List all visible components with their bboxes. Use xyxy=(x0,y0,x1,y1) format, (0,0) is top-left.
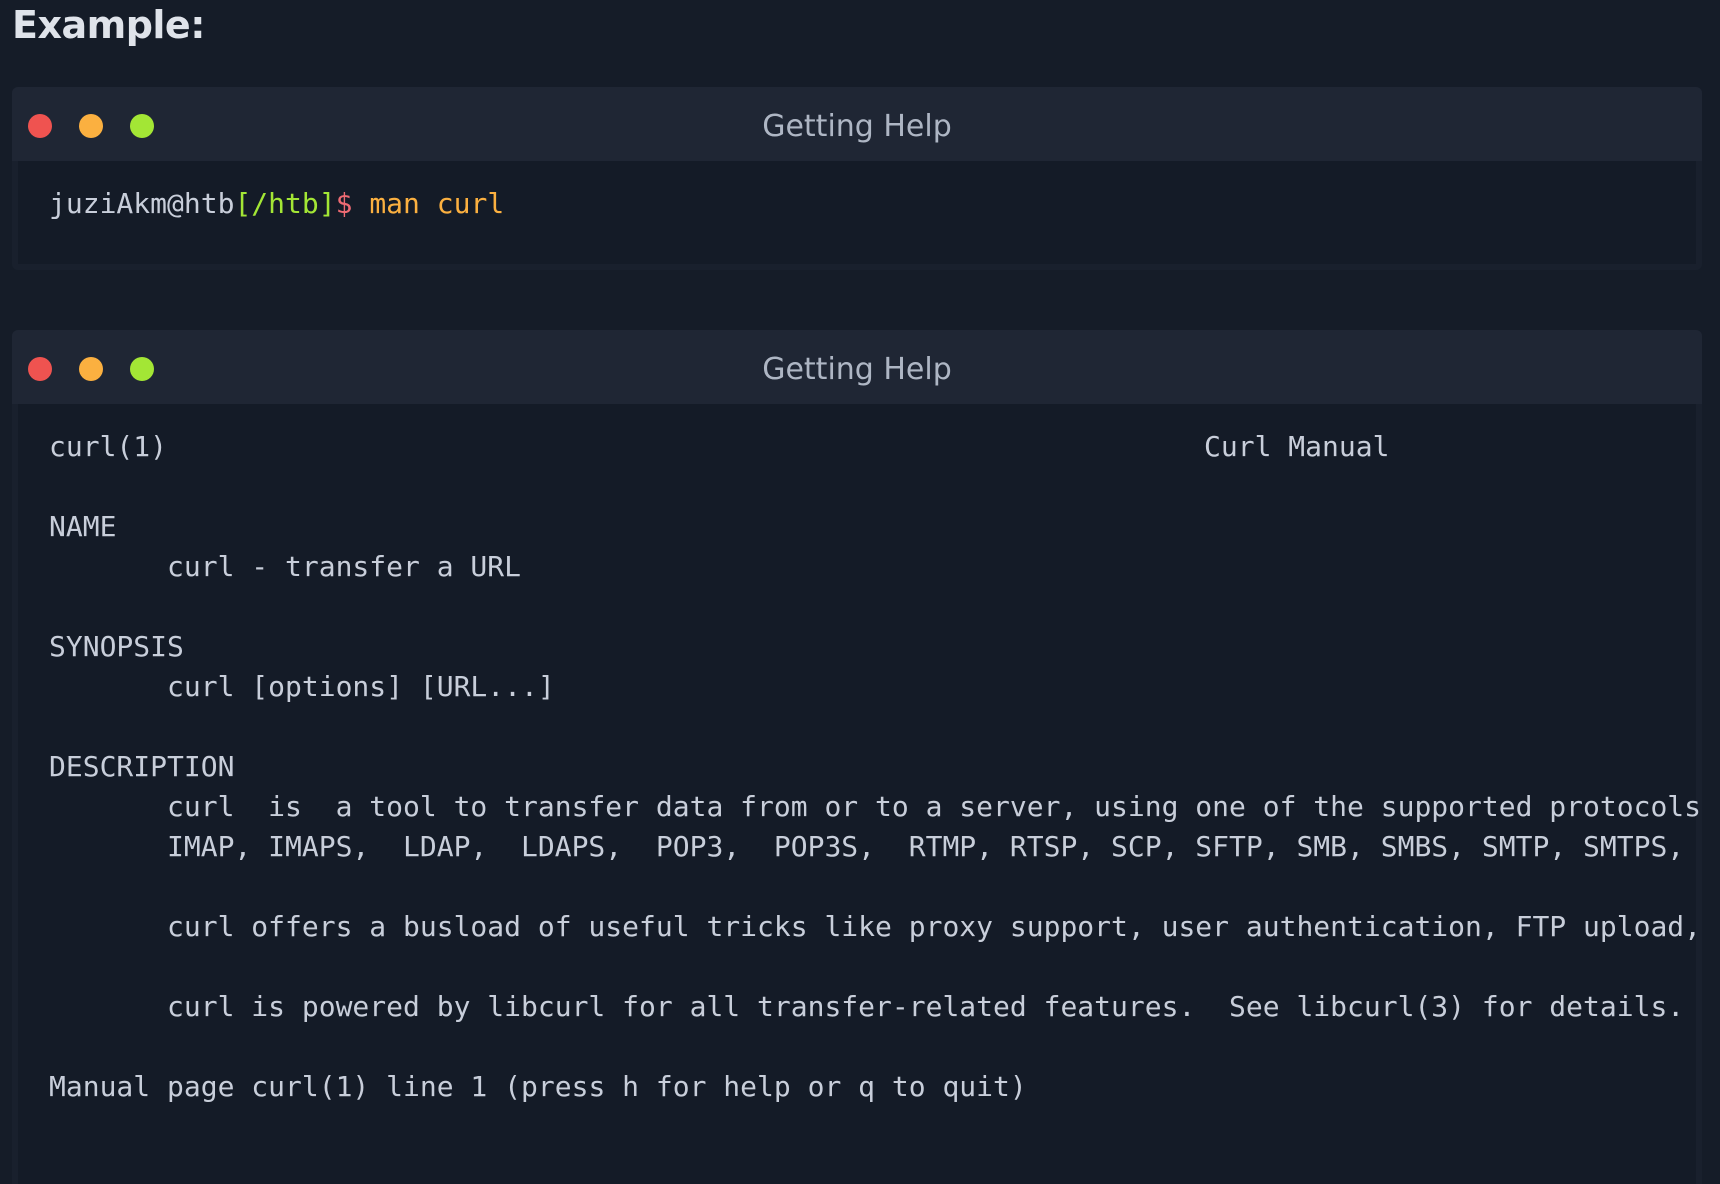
description-line: curl is powered by libcurl for all trans… xyxy=(167,990,1685,1023)
terminal-window-man-page: Getting Help curl(1) Curl Manual NAME cu… xyxy=(12,330,1702,1184)
prompt-path: [/htb] xyxy=(234,187,336,220)
prompt-line: juziAkm@htb[/htb]$ man curl xyxy=(49,184,504,224)
terminal-content[interactable]: juziAkm@htb[/htb]$ man curl xyxy=(18,161,1696,264)
terminal-title: Getting Help xyxy=(762,109,952,144)
section-heading-name: NAME xyxy=(49,510,117,543)
section-heading-description: DESCRIPTION xyxy=(49,750,235,783)
command-text: man curl xyxy=(369,187,505,220)
prompt-sign: $ xyxy=(335,187,353,220)
description-line: curl offers a busload of useful tricks l… xyxy=(167,910,1702,943)
description-line: curl is a tool to transfer data from or … xyxy=(167,790,1702,823)
page-heading: Example: xyxy=(12,3,205,47)
name-text: curl - transfer a URL xyxy=(167,550,522,583)
terminal-titlebar: Getting Help xyxy=(12,330,1702,404)
terminal-titlebar: Getting Help xyxy=(12,87,1702,161)
terminal-window-command: Getting Help juziAkm@htb[/htb]$ man curl xyxy=(12,87,1702,270)
section-heading-synopsis: SYNOPSIS xyxy=(49,630,184,663)
man-header-left: curl(1) xyxy=(49,430,168,463)
man-page-content[interactable]: curl(1) Curl Manual NAME curl - transfer… xyxy=(18,404,1701,1184)
terminal-title: Getting Help xyxy=(762,352,952,387)
prompt-user: juziAkm@htb xyxy=(49,187,235,220)
man-header-center: Curl Manual xyxy=(1204,430,1390,463)
synopsis-text: curl [options] [URL...] xyxy=(167,670,555,703)
description-line: IMAP, IMAPS, LDAP, LDAPS, POP3, POP3S, R… xyxy=(167,830,1685,863)
pager-status-line: Manual page curl(1) line 1 (press h for … xyxy=(49,1070,1027,1103)
